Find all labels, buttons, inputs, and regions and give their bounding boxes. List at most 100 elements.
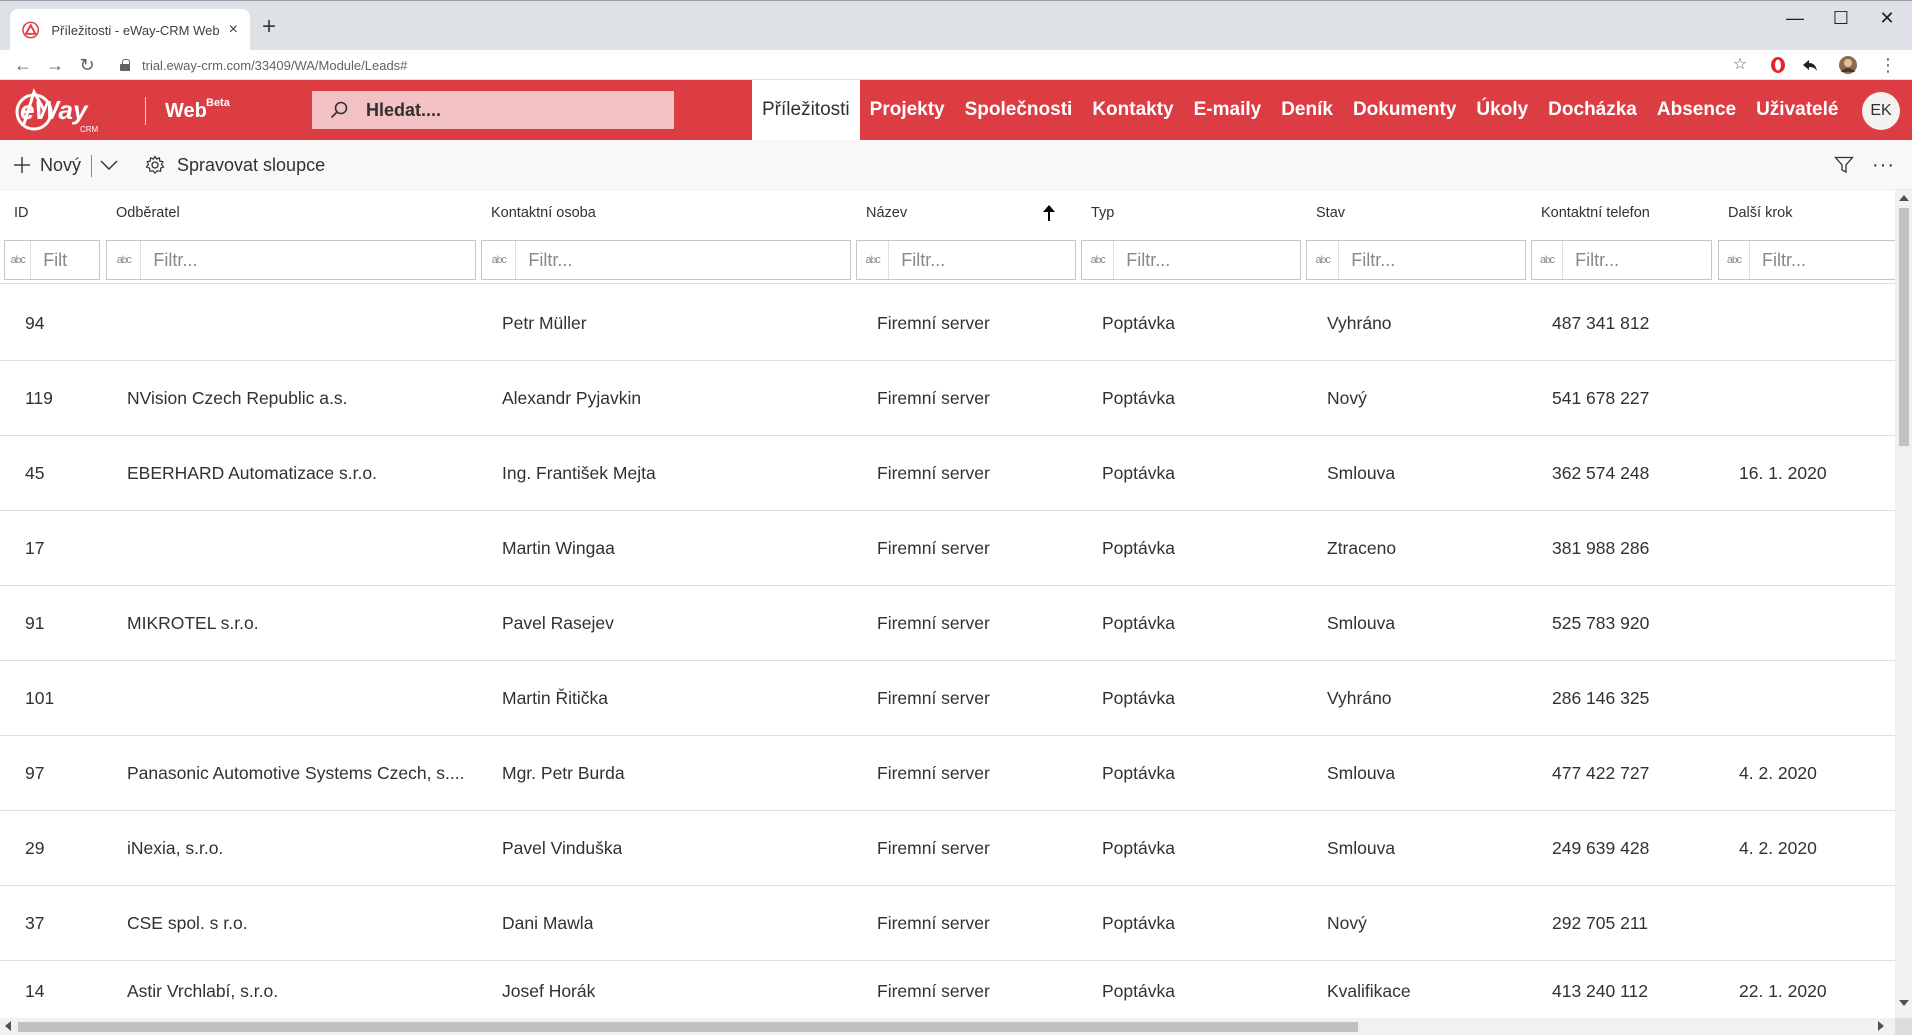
browser-tab-title: Příležitosti - eWay-CRM Web Access	[51, 22, 220, 38]
table-row[interactable]: 97 Panasonic Automotive Systems Czech, s…	[0, 736, 1896, 811]
text-filter-type-icon[interactable]: abc	[1307, 241, 1340, 279]
profile-avatar-icon[interactable]	[1838, 55, 1858, 75]
filter-stav[interactable]: abc	[1306, 240, 1526, 280]
cell-kontaktni-osoba: Ing. František Mejta	[502, 463, 656, 483]
cell-dalsi-krok: 22. 1. 2020	[1739, 981, 1827, 1001]
text-filter-type-icon[interactable]: abc	[857, 241, 890, 279]
column-header-odberatel[interactable]: Odběratel	[116, 190, 180, 236]
filter-typ[interactable]: abc	[1081, 240, 1301, 280]
filter-kontaktni-telefon[interactable]: abc	[1531, 240, 1712, 280]
table-row[interactable]: 29 iNexia, s.r.o. Pavel Vinduška Firemní…	[0, 811, 1896, 886]
filter-input-typ[interactable]	[1114, 249, 1300, 271]
column-header-nazev[interactable]: Název	[866, 190, 907, 236]
new-dropdown-button[interactable]	[98, 140, 120, 190]
reply-extension-icon[interactable]	[1800, 55, 1820, 75]
text-filter-type-icon[interactable]: abc	[1082, 241, 1115, 279]
table-row[interactable]: 14 Astir Vrchlabí, s.r.o. Josef Horák Fi…	[0, 961, 1896, 1018]
gear-icon	[145, 155, 165, 174]
nav-item-absence[interactable]: Absence	[1647, 80, 1746, 140]
table-row[interactable]: 17 Martin Wingaa Firemní server Poptávka…	[0, 511, 1896, 586]
cell-dalsi-krok: 4. 2. 2020	[1739, 763, 1817, 783]
cell-stav: Ztraceno	[1327, 538, 1397, 558]
filter-input-nazev[interactable]	[889, 249, 1075, 271]
vertical-scrollbar-thumb[interactable]	[1899, 208, 1909, 446]
column-header-typ[interactable]: Typ	[1091, 190, 1114, 236]
url-bar[interactable]: trial.eway-crm.com/33409/WA/Module/Leads…	[110, 52, 1750, 78]
table-row[interactable]: 45 EBERHARD Automatizace s.r.o. Ing. Fra…	[0, 436, 1896, 511]
nav-item-denik[interactable]: Deník	[1271, 80, 1343, 140]
filter-kontaktni-osoba[interactable]: abc	[481, 240, 851, 280]
column-header-kontaktni-telefon[interactable]: Kontaktní telefon	[1541, 190, 1650, 236]
text-filter-type-icon[interactable]: abc	[482, 241, 517, 279]
text-filter-type-icon[interactable]: abc	[1532, 241, 1564, 279]
reload-icon[interactable]: ↻	[74, 52, 100, 78]
table-row[interactable]: 37 CSE spol. s r.o. Dani Mawla Firemní s…	[0, 886, 1896, 961]
horizontal-scrollbar-thumb[interactable]	[18, 1022, 1358, 1032]
cell-typ: Poptávka	[1102, 838, 1175, 858]
nav-item-dokumenty[interactable]: Dokumenty	[1343, 80, 1466, 140]
filter-nazev[interactable]: abc	[856, 240, 1076, 280]
browser-menu-icon[interactable]: ⋮	[1878, 55, 1898, 75]
filter-input-odberatel[interactable]	[141, 249, 475, 271]
cell-id: 37	[25, 913, 45, 933]
nav-item-e-maily[interactable]: E-maily	[1184, 80, 1272, 140]
eway-crm-logo[interactable]: eWay CRM	[12, 86, 124, 134]
filter-input-dalsi-krok[interactable]	[1750, 249, 1896, 271]
column-header-dalsi-krok[interactable]: Další krok	[1728, 190, 1792, 236]
scrollbar-corner	[1895, 1018, 1912, 1035]
new-tab-icon[interactable]: +	[262, 15, 276, 39]
scroll-down-arrow-icon[interactable]	[1899, 1000, 1909, 1006]
forward-arrow-icon[interactable]: →	[42, 52, 68, 78]
scroll-left-arrow-icon[interactable]	[5, 1021, 11, 1031]
scroll-right-arrow-icon[interactable]	[1878, 1021, 1884, 1031]
horizontal-scrollbar[interactable]	[0, 1018, 1895, 1035]
search-placeholder: Hledat....	[366, 99, 442, 120]
window-close-icon[interactable]: ✕	[1864, 5, 1910, 37]
bookmark-star-icon[interactable]: ☆	[1730, 55, 1750, 75]
nav-item-spolecnosti[interactable]: Společnosti	[955, 80, 1083, 140]
table-row[interactable]: 119 NVision Czech Republic a.s. Alexandr…	[0, 361, 1896, 436]
tab-close-icon[interactable]: ×	[229, 21, 238, 39]
vertical-scrollbar[interactable]	[1895, 190, 1912, 1018]
filter-input-id[interactable]	[31, 249, 99, 271]
filter-input-kontaktni-telefon[interactable]	[1563, 249, 1711, 271]
global-search[interactable]: Hledat....	[312, 91, 674, 129]
table-row[interactable]: 91 MIKROTEL s.r.o. Pavel Rasejev Firemní…	[0, 586, 1896, 661]
plus-icon	[14, 157, 30, 173]
filter-input-kontaktni-osoba[interactable]	[516, 249, 850, 271]
text-filter-type-icon[interactable]: abc	[1719, 241, 1751, 279]
maximize-icon[interactable]: ☐	[1818, 5, 1864, 37]
back-arrow-icon[interactable]: ←	[10, 52, 36, 78]
column-header-kontaktni-osoba[interactable]: Kontaktní osoba	[491, 190, 596, 236]
nav-item-kontakty[interactable]: Kontakty	[1082, 80, 1183, 140]
nav-item-ukoly[interactable]: Úkoly	[1466, 80, 1538, 140]
cell-dalsi-krok: 4. 2. 2020	[1739, 838, 1817, 858]
opera-extension-icon[interactable]	[1768, 55, 1788, 75]
filter-icon	[1834, 156, 1854, 174]
sort-ascending-icon[interactable]	[1042, 204, 1056, 222]
filter-dalsi-krok[interactable]: abc	[1718, 240, 1896, 280]
more-options-button[interactable]: ···	[1872, 140, 1895, 190]
text-filter-type-icon[interactable]: abc	[5, 241, 32, 279]
minimize-icon[interactable]: —	[1772, 5, 1818, 37]
table-row[interactable]: 101 Martin Řitička Firemní server Poptáv…	[0, 661, 1896, 736]
user-avatar[interactable]: EK	[1862, 92, 1900, 130]
nav-item-prilezitosti[interactable]: Příležitosti	[752, 80, 860, 140]
filter-id[interactable]: abc	[4, 240, 100, 280]
cell-id: 45	[25, 463, 45, 483]
nav-item-dochazka[interactable]: Docházka	[1538, 80, 1647, 140]
manage-columns-button[interactable]: Spravovat sloupce	[145, 140, 325, 190]
filter-input-stav[interactable]	[1339, 249, 1525, 271]
table-row[interactable]: 94 Petr Müller Firemní server Poptávka V…	[0, 286, 1896, 361]
browser-tab[interactable]: Příležitosti - eWay-CRM Web Access ×	[10, 9, 250, 51]
column-header-stav[interactable]: Stav	[1316, 190, 1345, 236]
filter-odberatel[interactable]: abc	[106, 240, 476, 280]
nav-item-uzivatele[interactable]: Uživatelé	[1746, 80, 1848, 140]
new-button[interactable]: Nový	[12, 140, 81, 190]
scroll-up-arrow-icon[interactable]	[1899, 195, 1909, 201]
column-header-id[interactable]: ID	[14, 190, 29, 236]
cell-typ: Poptávka	[1102, 313, 1175, 333]
text-filter-type-icon[interactable]: abc	[107, 241, 142, 279]
filter-button[interactable]	[1834, 140, 1854, 190]
nav-item-projekty[interactable]: Projekty	[860, 80, 955, 140]
